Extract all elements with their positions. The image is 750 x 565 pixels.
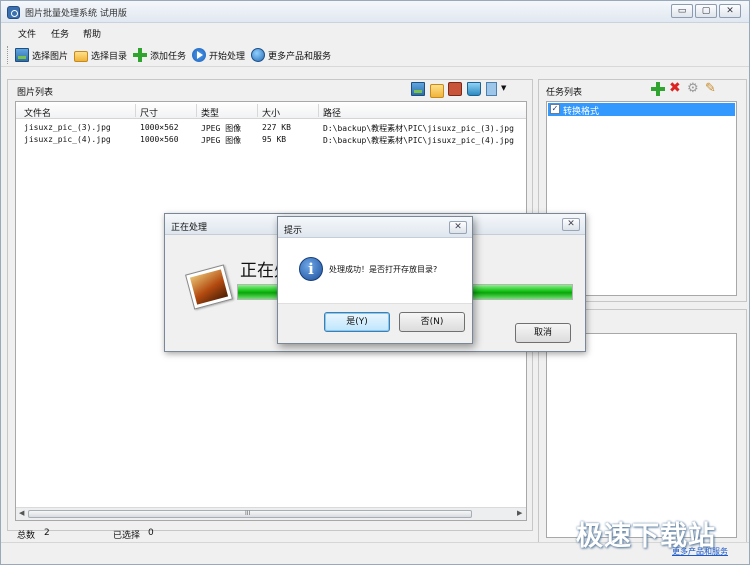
horizontal-scrollbar[interactable]: ◀ III ▶ — [16, 507, 526, 520]
plus-icon — [133, 48, 147, 62]
prompt-dialog-titlebar: 提示 ✕ — [278, 217, 472, 238]
prompt-dialog-title: 提示 — [284, 226, 303, 236]
window-title: 图片批量处理系统 试用版 — [25, 9, 127, 19]
task-item-convert-format[interactable]: ✓ 转换格式 — [548, 103, 735, 117]
table-row[interactable]: jisuxz_pic_(3).jpg 1000×562 JPEG 图像 227 … — [16, 123, 526, 135]
more-products-label: 更多产品和服务 — [268, 51, 332, 62]
total-label: 总数 — [17, 531, 36, 541]
cell-path: D:\backup\教程素材\PIC\jisuxz_pic_(3).jpg — [323, 124, 514, 133]
select-dir-button[interactable]: 选择目录 — [74, 47, 127, 63]
column-path[interactable]: 路径 — [323, 106, 341, 119]
processing-dialog-title: 正在处理 — [171, 223, 208, 233]
more-products-button[interactable]: 更多产品和服务 — [251, 47, 331, 63]
folder-icon — [74, 50, 88, 62]
prompt-dialog: 提示 ✕ i 处理成功！是否打开存放目录? 是(Y) 否(N) — [277, 216, 473, 344]
task-settings-area — [546, 333, 737, 538]
toolbar-grip — [7, 46, 10, 64]
broom-icon[interactable]: ✎ — [705, 82, 719, 96]
delete-task-icon[interactable]: ✖ — [669, 81, 683, 96]
add-task-label: 添加任务 — [150, 51, 187, 62]
selected-label: 已选择 — [113, 531, 141, 541]
start-label: 开始处理 — [209, 51, 246, 62]
scroll-thumb-grip: III — [245, 510, 251, 517]
task-checkbox[interactable]: ✓ — [550, 104, 560, 114]
menu-bar: 文件 任务 帮助 — [1, 24, 749, 41]
export-icon[interactable] — [486, 82, 497, 96]
cell-type: JPEG 图像 — [201, 124, 242, 133]
task-list-title: 任务列表 — [546, 88, 583, 98]
yes-button[interactable]: 是(Y) — [324, 312, 390, 332]
menu-task[interactable]: 任务 — [51, 27, 69, 40]
minimize-button[interactable]: ▭ — [671, 4, 693, 18]
scroll-thumb[interactable]: III — [28, 510, 472, 518]
table-row[interactable]: jisuxz_pic_(4).jpg 1000×560 JPEG 图像 95 K… — [16, 135, 526, 147]
clear-list-icon[interactable] — [467, 82, 481, 96]
cell-path: D:\backup\教程素材\PIC\jisuxz_pic_(4).jpg — [323, 136, 514, 145]
maximize-button[interactable]: ▢ — [695, 4, 717, 18]
cell-filename: jisuxz_pic_(4).jpg — [24, 135, 111, 144]
view-thumbnail-icon[interactable] — [411, 82, 425, 96]
photo-icon — [185, 264, 233, 310]
cell-size: 1000×562 — [140, 123, 179, 132]
title-bar: 图片批量处理系统 试用版 ▭ ▢ ✕ — [1, 1, 749, 23]
task-item-label: 转换格式 — [563, 107, 600, 117]
globe-icon — [251, 48, 265, 62]
cell-filesize: 227 KB — [262, 123, 291, 132]
info-icon: i — [299, 257, 323, 281]
image-list-title: 图片列表 — [17, 88, 54, 98]
toolbar: 选择图片 选择目录 添加任务 开始处理 更多产品和服务 — [1, 43, 749, 67]
add-task-button[interactable]: 添加任务 — [133, 47, 186, 63]
play-icon — [192, 48, 206, 62]
column-type[interactable]: 类型 — [201, 106, 219, 119]
cell-filesize: 95 KB — [262, 135, 287, 144]
prompt-dialog-footer: 是(Y) 否(N) — [278, 303, 472, 343]
select-image-button[interactable]: 选择图片 — [15, 47, 68, 63]
close-button[interactable]: ✕ — [719, 4, 741, 18]
total-count: 2 — [44, 528, 50, 538]
open-folder-icon[interactable] — [430, 84, 444, 98]
start-button[interactable]: 开始处理 — [192, 47, 245, 63]
image-list-header: 文件名 尺寸 类型 大小 路径 — [16, 102, 526, 119]
scroll-left-icon[interactable]: ◀ — [19, 509, 24, 517]
app-icon — [7, 6, 20, 19]
prompt-message: 处理成功！是否打开存放目录? — [329, 265, 438, 274]
scroll-right-icon[interactable]: ▶ — [517, 509, 522, 517]
cancel-button[interactable]: 取消 — [515, 323, 571, 343]
menu-help[interactable]: 帮助 — [83, 27, 101, 40]
column-filesize[interactable]: 大小 — [262, 106, 280, 119]
menu-file[interactable]: 文件 — [18, 27, 36, 40]
select-dir-label: 选择目录 — [91, 51, 128, 62]
add-task-icon[interactable] — [651, 82, 665, 96]
column-filename[interactable]: 文件名 — [24, 106, 51, 119]
cell-type: JPEG 图像 — [201, 136, 242, 145]
wrench-icon[interactable]: ⚙ — [687, 82, 701, 96]
cell-filename: jisuxz_pic_(3).jpg — [24, 123, 111, 132]
image-icon — [15, 48, 29, 62]
processing-text: 正在处 — [240, 261, 280, 281]
prompt-dialog-close-button[interactable]: ✕ — [449, 221, 467, 234]
watermark-link[interactable]: 更多产品和服务 — [672, 546, 728, 557]
remove-image-icon[interactable] — [448, 82, 462, 96]
cell-size: 1000×560 — [140, 135, 179, 144]
column-size[interactable]: 尺寸 — [140, 106, 158, 119]
selected-count: 0 — [148, 528, 154, 538]
select-image-label: 选择图片 — [32, 51, 69, 62]
no-button[interactable]: 否(N) — [399, 312, 465, 332]
chevron-down-icon[interactable]: ▼ — [501, 84, 515, 98]
processing-dialog-close-button[interactable]: ✕ — [562, 218, 580, 231]
